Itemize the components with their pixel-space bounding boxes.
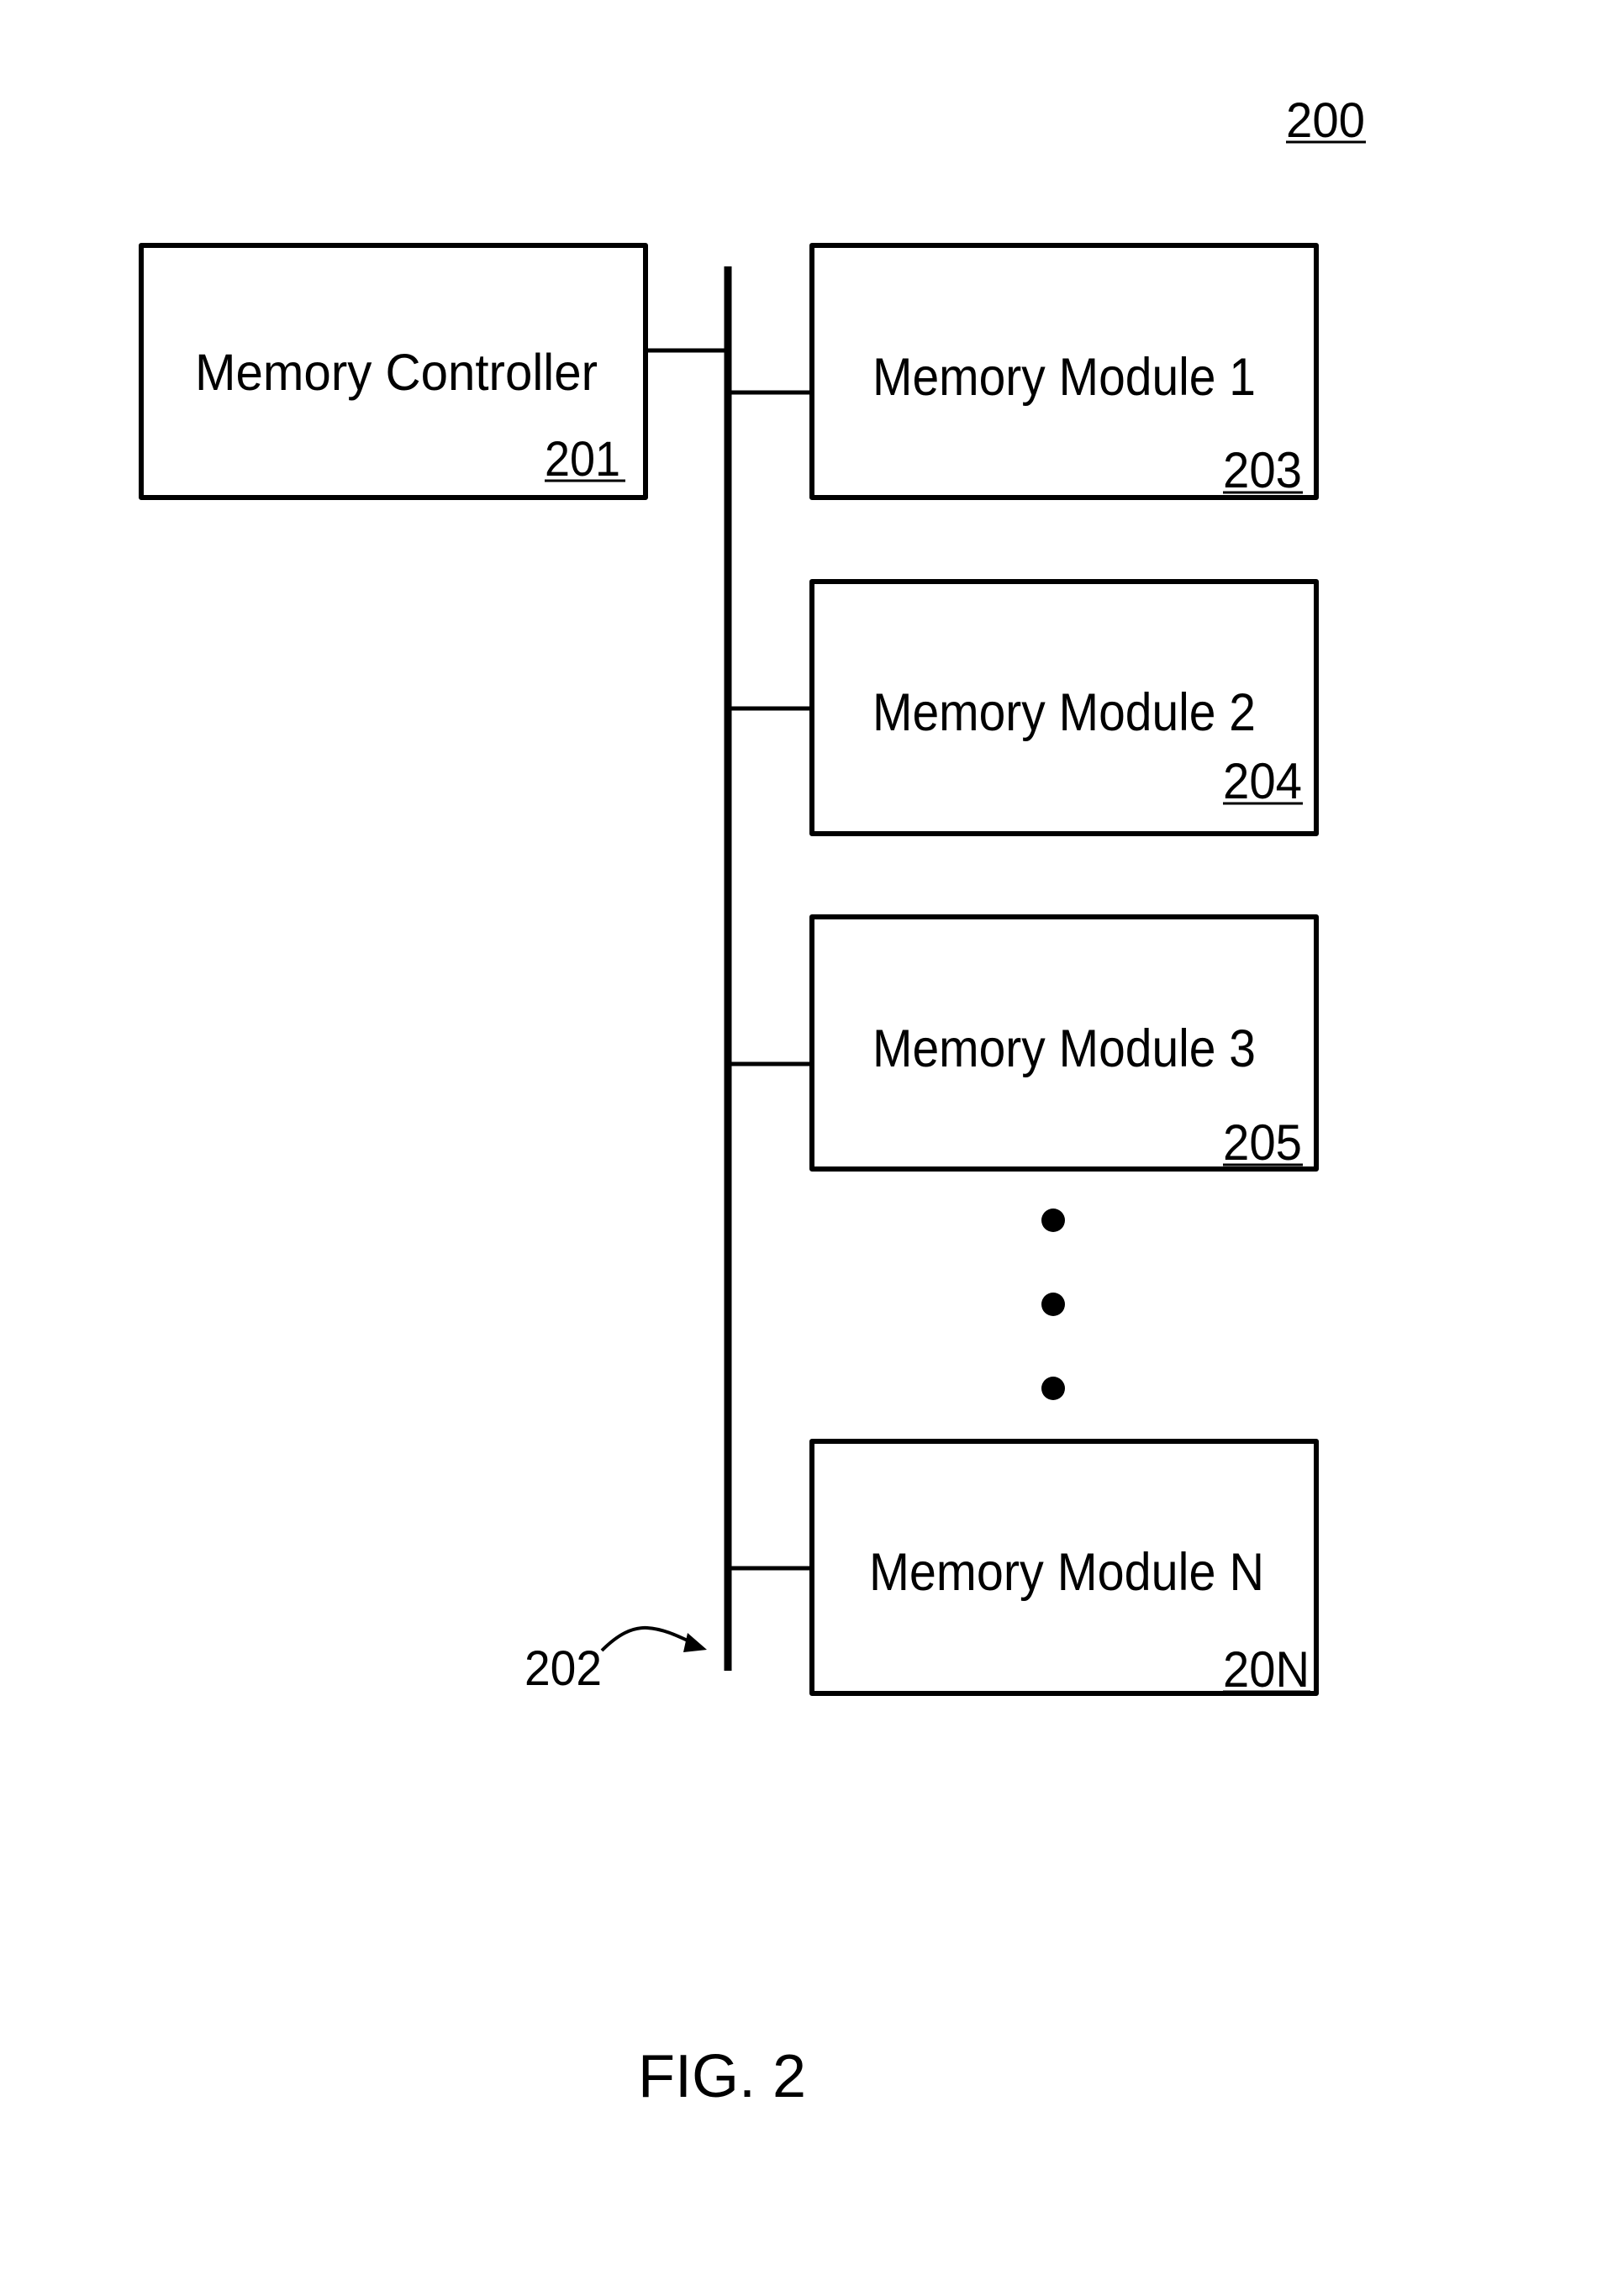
memory-module-1-block: Memory Module 1 203 — [809, 243, 1319, 500]
ellipsis-dot — [1041, 1377, 1065, 1400]
ellipsis-dot — [1041, 1293, 1065, 1316]
memory-module-n-block: Memory Module N 20N — [809, 1439, 1319, 1698]
memory-module-3-title: Memory Module 3 — [872, 1019, 1256, 1078]
memory-controller-block: Memory Controller 201 — [139, 243, 648, 500]
memory-module-2-ref: 204 — [1223, 753, 1302, 809]
memory-module-1-ref: 203 — [1223, 442, 1302, 498]
memory-controller-title: Memory Controller — [195, 344, 598, 401]
memory-module-2-title: Memory Module 2 — [872, 683, 1256, 742]
figure-reference: 200 — [1286, 93, 1366, 148]
memory-module-2-block: Memory Module 2 204 — [809, 579, 1319, 836]
bus-reference-label: 202 — [524, 1641, 602, 1696]
figure-reference-number: 200 — [1286, 93, 1365, 148]
memory-module-1-title: Memory Module 1 — [872, 348, 1256, 407]
figure-caption: FIG. 2 — [638, 2043, 806, 2110]
memory-module-n-title: Memory Module N — [869, 1543, 1264, 1602]
memory-module-3-ref: 205 — [1223, 1114, 1302, 1171]
memory-system-diagram: 200 Memory Controller 201 Memory Module … — [139, 93, 1366, 2110]
ellipsis-dots — [1041, 1209, 1065, 1400]
ellipsis-dot — [1041, 1209, 1065, 1232]
memory-controller-ref: 201 — [545, 432, 620, 487]
bus-reference-arrow — [600, 1625, 690, 1652]
arrowhead-icon — [683, 1633, 707, 1652]
bus-reference: 202 — [524, 1625, 707, 1696]
memory-module-3-block: Memory Module 3 205 — [809, 914, 1319, 1172]
memory-module-n-ref: 20N — [1223, 1641, 1310, 1698]
